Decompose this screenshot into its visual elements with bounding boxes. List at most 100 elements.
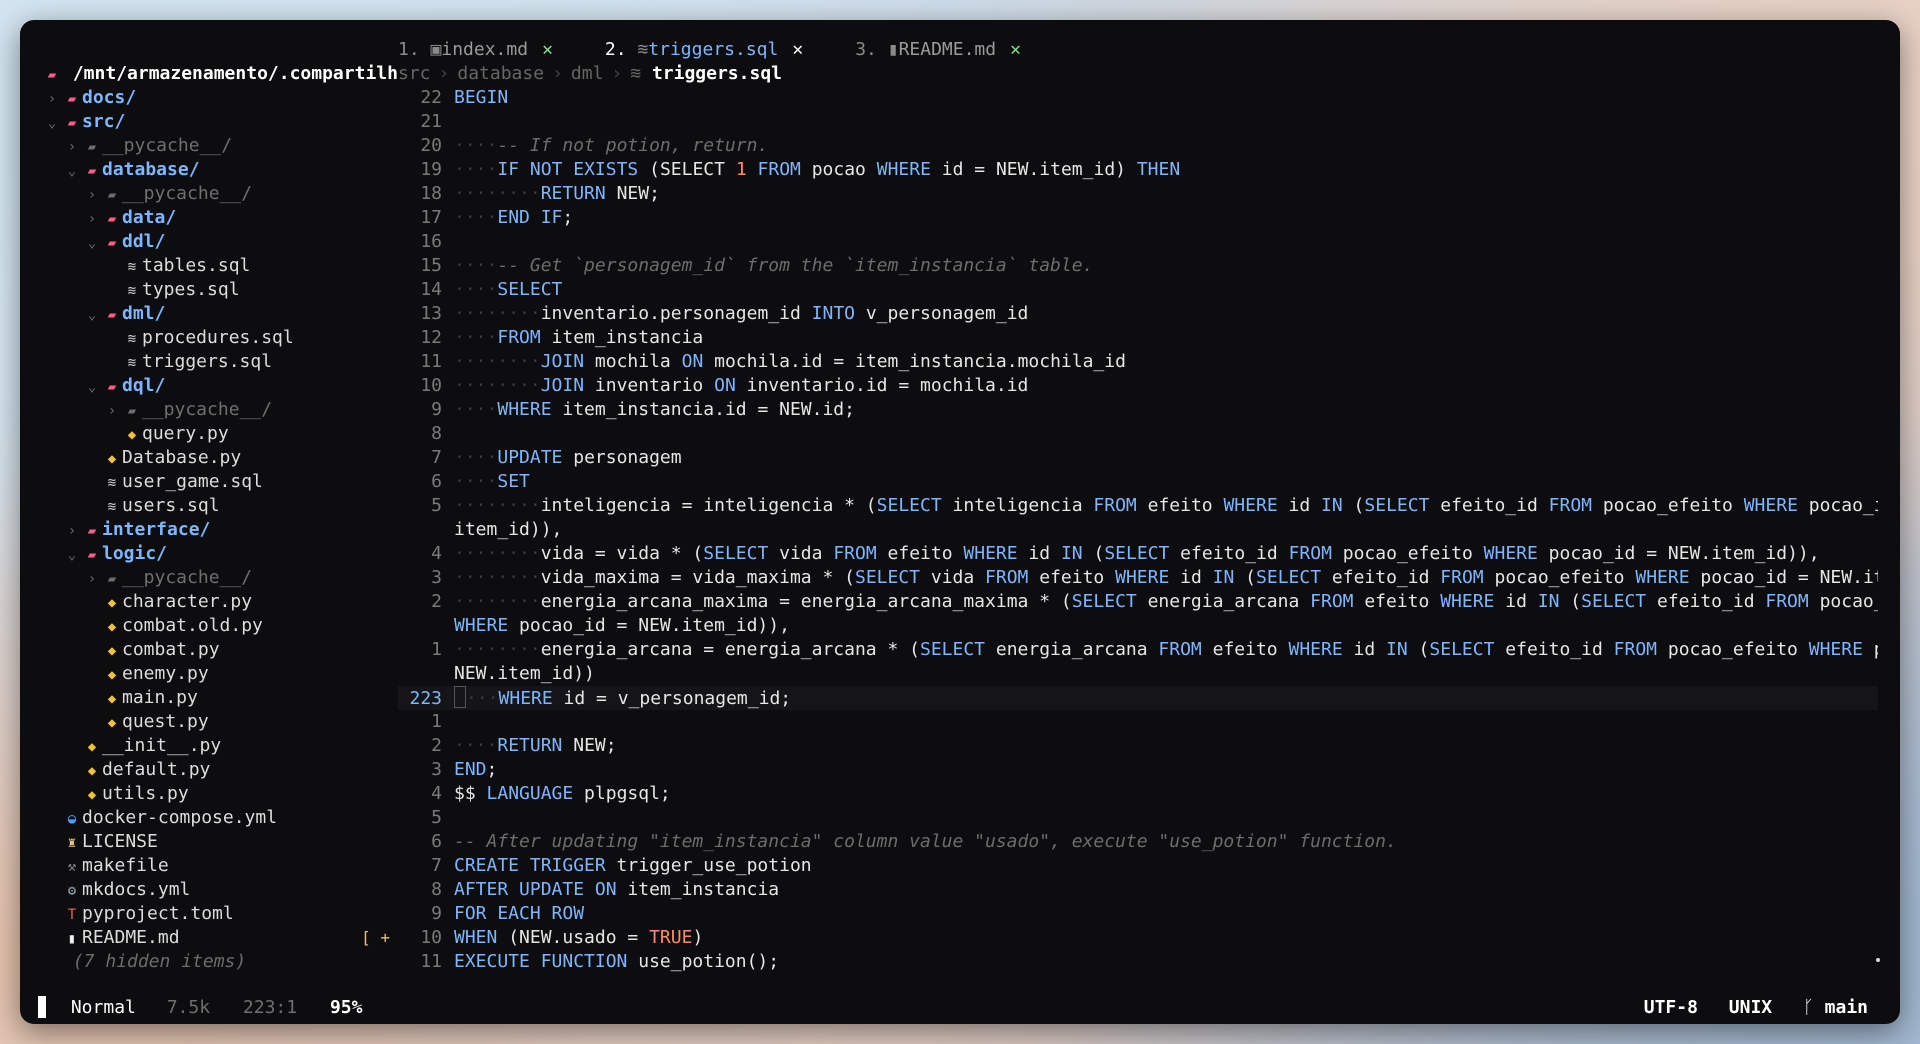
tree-item[interactable]: Tpyproject.toml: [42, 902, 400, 926]
tree-item[interactable]: ▮ README.md [ +: [42, 926, 400, 950]
toml-icon: T: [67, 907, 77, 923]
tree-item-label: procedures.sql: [142, 327, 294, 348]
tree-item[interactable]: ≋ tables.sql: [42, 254, 400, 278]
code-token: $$: [454, 783, 487, 804]
tree-item[interactable]: ⌄ ▰ dml/: [42, 302, 400, 326]
line-number: 9: [431, 399, 442, 420]
tree-item[interactable]: ≋ users.sql: [42, 494, 400, 518]
code-token: ····: [454, 279, 498, 300]
tree-item-label: __init__.py: [102, 735, 222, 756]
tree-item[interactable]: ◆ combat.py: [42, 638, 400, 662]
tree-item[interactable]: ◆ quest.py: [42, 710, 400, 734]
tree-item[interactable]: ⚙ mkdocs.yml: [42, 878, 400, 902]
tree-item[interactable]: ≋ user_game.sql: [42, 470, 400, 494]
code-text: ····IF NOT EXISTS (SELECT 1 FROM pocao W…: [454, 159, 1180, 180]
close-icon[interactable]: ✕: [1010, 39, 1021, 60]
tree-item[interactable]: › ▰ __pycache__/: [42, 566, 400, 590]
close-icon[interactable]: ✕: [542, 39, 553, 60]
tree-item[interactable]: ◆ character.py: [42, 590, 400, 614]
code-token: energia_arcana_maxima = energia_arcana_m…: [540, 591, 1072, 612]
code-token: pocao_efeito: [1483, 567, 1636, 588]
code-token: ····: [454, 207, 498, 228]
code-text: ····SET: [454, 471, 530, 492]
tree-item[interactable]: › ▰ __pycache__/: [42, 398, 400, 422]
tree-item[interactable]: ⌄ ▰ dql/: [42, 374, 400, 398]
line-number: 10: [420, 375, 442, 396]
chevron-down-icon[interactable]: ⌄: [82, 231, 102, 255]
chevron-right-icon[interactable]: ›: [82, 567, 102, 591]
tree-item[interactable]: ◆ utils.py: [42, 782, 400, 806]
close-icon[interactable]: ✕: [792, 39, 803, 60]
tree-item[interactable]: ⌄ ▰ database/: [42, 158, 400, 182]
tree-item[interactable]: › ▰ docs/: [42, 86, 400, 110]
tab-README-md[interactable]: 3. ▮README.md ✕: [855, 38, 1021, 62]
tree-item[interactable]: ⌄ ▰ logic/: [42, 542, 400, 566]
tree-item[interactable]: ⚒ makefile: [42, 854, 400, 878]
python-icon: ◆: [107, 715, 117, 731]
code-token: SET: [497, 471, 530, 492]
breadcrumb-item[interactable]: src: [398, 63, 431, 84]
chevron-down-icon[interactable]: ⌄: [82, 375, 102, 399]
code-token: item_instancia: [540, 327, 704, 348]
code-token: vida_maxima = vida_maxima * (: [540, 567, 855, 588]
code-token: pocao_id = NEW.: [1808, 495, 1878, 516]
chevron-right-icon: ›: [438, 63, 450, 84]
code-token: (: [1082, 543, 1105, 564]
code-editor[interactable]: 22 BEGIN 21 20 ····-- If not potion, return.…: [398, 86, 1878, 992]
breadcrumb-item[interactable]: database: [457, 63, 544, 84]
tree-item[interactable]: ≋ procedures.sql: [42, 326, 400, 350]
code-token: ····: [454, 327, 498, 348]
code-text: CREATE TRIGGER trigger_use_potion: [454, 855, 812, 876]
tab-index-md[interactable]: 1. ▣index.md ✕: [398, 38, 553, 62]
mode-label: Normal: [70, 997, 136, 1018]
scroll-percent: 95%: [329, 997, 363, 1018]
tree-item[interactable]: ≋ types.sql: [42, 278, 400, 302]
code-token: WHERE: [1743, 495, 1798, 516]
explorer-root[interactable]: ▰ /mnt/armazenamento/.compartilh: [42, 62, 400, 86]
code-token: item_id)),: [454, 519, 563, 540]
code-token: ····: [454, 399, 498, 420]
code-token: pocao_id =: [1863, 639, 1878, 660]
code-token: ········: [454, 591, 541, 612]
chevron-right-icon[interactable]: ›: [102, 399, 122, 423]
tree-item[interactable]: ◆ main.py: [42, 686, 400, 710]
tree-item[interactable]: ◆ combat.old.py: [42, 614, 400, 638]
chevron-down-icon[interactable]: ⌄: [62, 543, 82, 567]
tree-item[interactable]: ◆ default.py: [42, 758, 400, 782]
folder-open-icon: ▰: [87, 163, 97, 179]
chevron-right-icon[interactable]: ›: [82, 183, 102, 207]
line-number: 3: [431, 759, 442, 780]
tree-item[interactable]: ◒ docker-compose.yml: [42, 806, 400, 830]
tab-triggers-sql[interactable]: 2. ≋triggers.sql ✕: [605, 38, 803, 62]
tree-item[interactable]: › ▰ __pycache__/: [42, 182, 400, 206]
code-text: ····UPDATE personagem: [454, 447, 682, 468]
code-text: -- After updating "item_instancia" colum…: [454, 831, 1397, 852]
chevron-right-icon[interactable]: ›: [62, 135, 82, 159]
tree-item[interactable]: › ▰ __pycache__/: [42, 134, 400, 158]
tree-item[interactable]: ♜ LICENSE: [42, 830, 400, 854]
file-explorer: ▰ /mnt/armazenamento/.compartilh › ▰ docs/…: [42, 62, 400, 992]
chevron-right-icon[interactable]: ›: [82, 207, 102, 231]
tree-item[interactable]: ◆ query.py: [42, 422, 400, 446]
breadcrumb-item[interactable]: dml: [571, 63, 604, 84]
code-token: pocao_id = NEW.item_id)),: [1700, 567, 1878, 588]
chevron-right-icon[interactable]: ›: [62, 519, 82, 543]
code-line: 22 BEGIN: [398, 86, 1878, 110]
chevron-down-icon[interactable]: ⌄: [82, 303, 102, 327]
tree-item[interactable]: ◆ Database.py: [42, 446, 400, 470]
line-number: 22: [420, 87, 442, 108]
code-text: ···WHERE id = v_personagem_id;: [454, 686, 791, 709]
chevron-down-icon[interactable]: ⌄: [42, 111, 62, 135]
code-token: mochila: [584, 351, 682, 372]
tree-item[interactable]: ◆ __init__.py: [42, 734, 400, 758]
tree-item[interactable]: › ▰ interface/: [42, 518, 400, 542]
tree-item[interactable]: ⌄ ▰ src/: [42, 110, 400, 134]
tree-item[interactable]: › ▰ data/: [42, 206, 400, 230]
chevron-down-icon[interactable]: ⌄: [62, 159, 82, 183]
chevron-right-icon[interactable]: ›: [42, 87, 62, 111]
code-token: (: [1234, 567, 1257, 588]
tree-item[interactable]: ◆ enemy.py: [42, 662, 400, 686]
tree-item[interactable]: ⌄ ▰ ddl/: [42, 230, 400, 254]
tree-item[interactable]: ≋ triggers.sql: [42, 350, 400, 374]
